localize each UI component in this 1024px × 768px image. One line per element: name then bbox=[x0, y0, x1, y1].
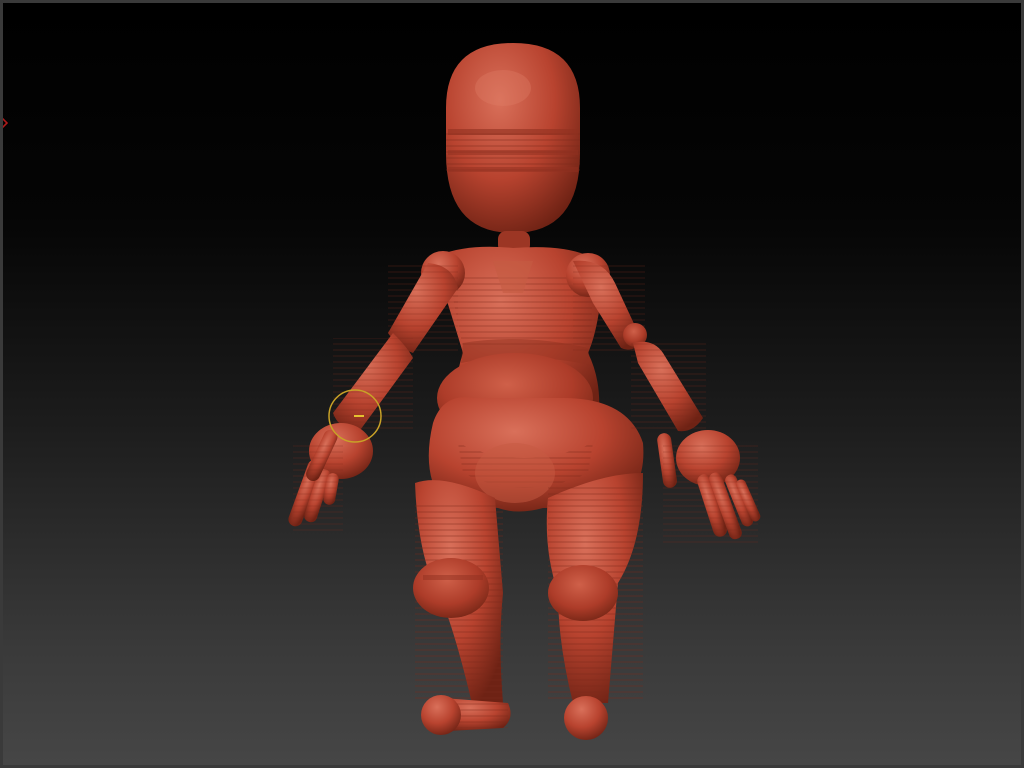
sculpt-model[interactable] bbox=[3, 3, 1024, 768]
right-leg[interactable] bbox=[546, 473, 643, 703]
right-hand[interactable] bbox=[656, 430, 762, 543]
left-leg[interactable] bbox=[413, 480, 503, 708]
canvas-viewport[interactable] bbox=[0, 0, 1024, 768]
head[interactable] bbox=[446, 43, 580, 233]
left-hand[interactable] bbox=[286, 423, 373, 533]
right-foot[interactable] bbox=[564, 696, 608, 740]
